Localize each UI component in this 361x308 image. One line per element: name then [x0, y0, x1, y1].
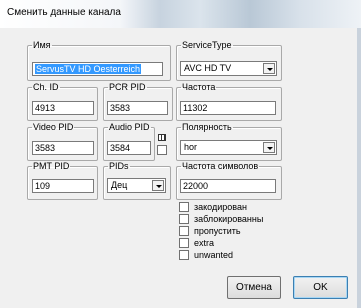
ch-id-label: Ch. ID — [33, 82, 59, 92]
audio-pid-field[interactable]: 3584 — [107, 141, 151, 155]
pcr-pid-label: PCR PID — [109, 82, 146, 92]
pids-label: PIDs — [109, 161, 129, 171]
skip-checkbox[interactable] — [179, 226, 189, 236]
pids-value: Дец — [111, 180, 128, 190]
service-type-label: ServiceType — [182, 40, 232, 50]
pcr-pid-field[interactable]: 3583 — [107, 101, 168, 115]
skip-label: пропустить — [194, 226, 241, 236]
symbol-rate-label: Частота символов — [182, 161, 259, 171]
name-label: Имя — [33, 40, 51, 50]
channel-edit-dialog: Сменить данные канала Имя ServusTV HD Oe… — [0, 0, 361, 308]
polarity-label: Полярность — [182, 122, 232, 132]
window-title: Сменить данные канала — [7, 7, 121, 18]
locked-label: заблокированны — [194, 214, 264, 224]
scrambled-checkbox[interactable] — [179, 202, 189, 212]
window-border — [357, 28, 361, 308]
audio-pid-checkbox[interactable] — [157, 145, 167, 155]
pmt-pid-label: PMT PID — [33, 161, 70, 171]
audio-pid-label: Audio PID — [109, 122, 150, 132]
cancel-button[interactable]: Отмена — [227, 276, 281, 299]
video-pid-field[interactable]: 3583 — [32, 141, 94, 155]
chevron-down-icon[interactable] — [263, 142, 275, 153]
ok-button[interactable]: OK — [293, 276, 348, 299]
pmt-pid-field[interactable]: 109 — [32, 179, 94, 193]
unwanted-label: unwanted — [194, 250, 234, 260]
locked-checkbox[interactable] — [179, 214, 189, 224]
title-bar[interactable]: Сменить данные канала — [0, 0, 361, 28]
video-pid-label: Video PID — [33, 122, 74, 132]
service-type-value: AVC HD TV — [184, 63, 232, 73]
name-value: ServusTV HD Oesterreich — [35, 64, 142, 74]
chevron-down-icon[interactable] — [152, 180, 164, 191]
extra-label: extra — [194, 238, 215, 248]
name-field[interactable]: ServusTV HD Oesterreich — [32, 62, 163, 76]
scrambled-label: закодирован — [194, 202, 247, 212]
audio-tracks-icon[interactable] — [158, 134, 166, 141]
unwanted-checkbox[interactable] — [179, 250, 189, 260]
ch-id-field[interactable]: 4913 — [32, 101, 94, 115]
chevron-down-icon[interactable] — [263, 63, 275, 74]
pids-select[interactable]: Дец — [107, 178, 166, 193]
polarity-value: hor — [184, 142, 198, 152]
frequency-field[interactable]: 11302 — [180, 101, 276, 115]
symbol-rate-field[interactable]: 22000 — [180, 179, 276, 193]
extra-checkbox[interactable] — [179, 238, 189, 248]
service-type-select[interactable]: AVC HD TV — [180, 61, 277, 76]
frequency-label: Частота — [182, 82, 216, 92]
polarity-select[interactable]: hor — [180, 140, 277, 155]
